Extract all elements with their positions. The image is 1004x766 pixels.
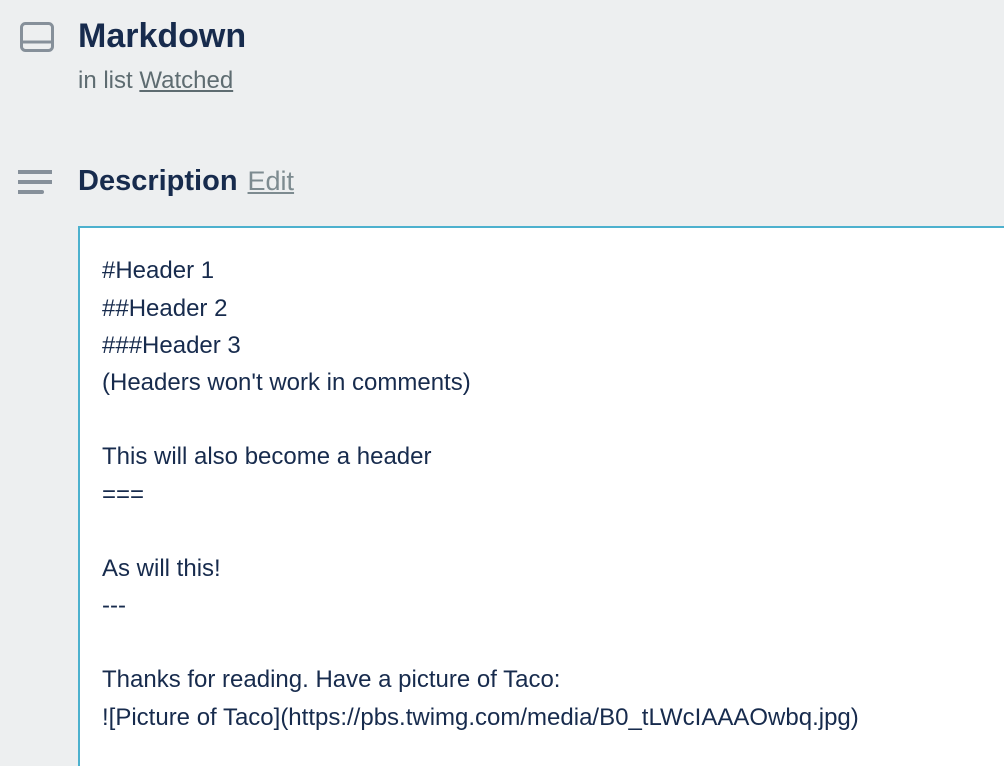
description-section-row: Description Edit #Header 1 ##Header 2 ##… bbox=[18, 165, 1004, 766]
edit-link[interactable]: Edit bbox=[248, 166, 295, 197]
description-label: Description bbox=[78, 165, 238, 198]
description-icon-col bbox=[18, 165, 78, 200]
card-icon bbox=[18, 22, 54, 57]
card-header-row: Markdown in list Watched bbox=[18, 18, 1004, 95]
description-icon bbox=[18, 169, 52, 200]
card-icon-col bbox=[18, 18, 78, 57]
list-name-link[interactable]: Watched bbox=[139, 67, 233, 94]
description-editor[interactable]: #Header 1 ##Header 2 ###Header 3 (Header… bbox=[78, 226, 1004, 766]
card-detail-panel: Markdown in list Watched Description Edi… bbox=[0, 0, 1004, 766]
description-content-col: Description Edit #Header 1 ##Header 2 ##… bbox=[78, 165, 1004, 766]
description-header: Description Edit bbox=[78, 165, 1004, 198]
card-header-content: Markdown in list Watched bbox=[78, 18, 1004, 95]
card-title[interactable]: Markdown bbox=[78, 18, 1004, 55]
list-prefix: in list bbox=[78, 67, 139, 94]
card-list-location: in list Watched bbox=[78, 67, 1004, 95]
